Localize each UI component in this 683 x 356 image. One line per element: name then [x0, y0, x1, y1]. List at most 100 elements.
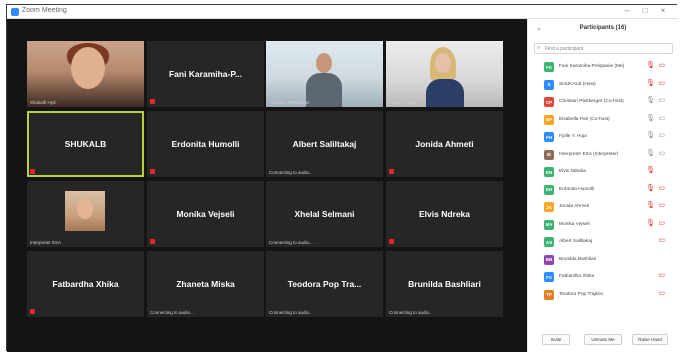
participant-row[interactable]: FK Fani Karamiha-Pelopanie (Me) 🎙︎ ▭ [528, 58, 679, 76]
participant-name: Fatbardha Xhika [52, 279, 119, 289]
mic-muted-icon: 🎙︎ [646, 184, 655, 192]
participant-row[interactable]: MV Monika Vejseli 🎙︎ ▭ [528, 216, 679, 234]
mic-muted-icon: 🎙︎ [646, 79, 655, 87]
video-tile[interactable]: Fjolle Y. Hoja [386, 41, 503, 107]
participant-list: FK Fani Karamiha-Pelopanie (Me) 🎙︎ ▭ S SHUKAL… [528, 58, 679, 303]
participant-video [27, 41, 144, 107]
participant-name: Fani Karamiha-Pelopanie (Me) [559, 64, 625, 69]
mic-muted-icon: 🎙︎ [646, 202, 655, 209]
participant-name: Albert Saliltakaj [559, 239, 593, 244]
video-tile[interactable]: Erdonita Humolli [147, 111, 264, 177]
face [435, 53, 451, 73]
video-tile[interactable]: Monika Vejseli [147, 181, 264, 247]
video-tile[interactable]: Brunilda Bashliari Connecting to audio... [386, 251, 503, 317]
video-tile[interactable]: Shukalb Hyd. [27, 41, 144, 107]
participant-row[interactable]: EP Eisabella Pari (Co-host) 🎙︎ ▭ [528, 111, 679, 129]
participant-name: Albert Saliltakaj [292, 139, 357, 149]
video-tile[interactable]: Zhaneta Miska Connecting to audio... [147, 251, 264, 317]
camera-icon: ▭ [658, 149, 665, 157]
camera-off-icon: ▭ [658, 272, 665, 279]
camera-icon: ▭ [658, 97, 665, 104]
video-tile[interactable]: Jonida Ahmeti [386, 111, 503, 177]
close-button[interactable]: × [657, 6, 669, 15]
mic-muted-icon [389, 169, 394, 174]
gallery-view: Shukalb Hyd. Fani Karamiha-P... Christian … [7, 19, 527, 352]
participant-caption: Interpreter ESA [30, 240, 62, 245]
participant-row[interactable]: TP Teodora Pop Trajkov ▭ [528, 286, 679, 304]
avatar: AS [544, 237, 554, 247]
video-tile[interactable]: Teodora Pop Tra... Connecting to audio... [266, 251, 383, 317]
participant-search-input[interactable]: ⌕ Find a participant [534, 43, 673, 54]
participant-name: Brunilda Bashliari [408, 279, 481, 289]
unmute-me-button[interactable]: Unmute Me [584, 334, 622, 345]
participants-title: Participants (16) [579, 25, 627, 31]
avatar: JA [544, 202, 554, 212]
camera-off-icon: ▭ [658, 219, 665, 227]
participant-name: Fatbardha Xhika [559, 274, 595, 279]
camera-icon: ▭ [658, 114, 665, 122]
window-title: Zoom Meeting [22, 7, 67, 14]
video-tile[interactable]: Interpreter ESA [27, 181, 144, 247]
avatar: EP [544, 114, 554, 125]
minimize-button[interactable]: – [621, 6, 633, 15]
video-tile[interactable]: Christian Pleitberger [266, 41, 383, 107]
participant-name: SHUKALB [64, 139, 107, 149]
participant-name: Fani Karamiha-P... [168, 69, 243, 79]
participant-name: Elvis Ndreka [418, 209, 471, 219]
avatar: FH [544, 132, 554, 142]
mic-muted-icon: 🎙︎ [646, 62, 655, 69]
camera-icon: ▭ [658, 132, 665, 139]
video-tile[interactable]: Elvis Ndreka [386, 181, 503, 247]
participant-row[interactable]: EH Erdonita Humolli 🎙︎ ▭ [528, 181, 679, 199]
audio-status: Connecting to audio... [389, 310, 433, 315]
participant-row[interactable]: CP Christian Pleitberger (Co-host) 🎙︎ ▭ [528, 93, 679, 111]
participant-name: Interpreter ESA (Interpreter) [559, 151, 619, 157]
mic-muted-icon: 🎙︎ [646, 219, 655, 227]
participant-name: Zhaneta Miska [176, 279, 235, 289]
participant-caption: Shukalb Hyd. [30, 100, 57, 105]
video-tile[interactable]: Albert Saliltakaj Connecting to audio... [266, 111, 383, 177]
participant-name: SHUKALB (Host) [559, 81, 596, 87]
avatar: FX [544, 272, 554, 282]
participant-row[interactable]: BB Brunilda Bashliari [528, 251, 679, 269]
participant-row[interactable]: AS Albert Saliltakaj ▭ [528, 233, 679, 251]
mic-icon: 🎙︎ [646, 97, 655, 104]
participant-thumbnail [65, 191, 105, 231]
participant-row[interactable]: FH Fjolle Y. Hoja 🎙︎ ▭ [528, 128, 679, 146]
participant-name: Brunilda Bashliari [559, 256, 597, 262]
maximize-button[interactable]: □ [639, 6, 651, 15]
participant-row[interactable]: JA Jonida Ahmeti 🎙︎ ▭ [528, 198, 679, 216]
camera-off-icon: ▭ [658, 237, 665, 244]
invite-button[interactable]: Invite [542, 334, 570, 345]
participant-name: Jonida Ahmeti [415, 139, 474, 149]
participant-name: Xhelal Selmani [294, 209, 355, 219]
avatar: TP [544, 289, 554, 300]
avatar: CP [544, 97, 554, 107]
participant-row[interactable]: S SHUKALB (Host) 🎙︎ ▭ [528, 76, 679, 94]
participants-header: ⌄ Participants (16) [528, 19, 678, 39]
avatar: EH [544, 184, 554, 195]
participant-row[interactable]: IE Interpreter ESA (Interpreter) 🎙︎ ▭ [528, 146, 679, 164]
participant-row[interactable]: FX Fatbardha Xhika ▭ [528, 268, 679, 286]
participant-video [386, 41, 503, 107]
avatar: IE [544, 149, 554, 160]
avatar: MV [544, 219, 554, 230]
face [77, 199, 93, 219]
mic-muted-icon [150, 99, 155, 104]
video-tile[interactable]: SHUKALB [27, 111, 144, 177]
participant-name: Christian Pleitberger (Co-host) [559, 99, 624, 104]
video-tile[interactable]: Fani Karamiha-P... [147, 41, 264, 107]
audio-status: Connecting to audio... [269, 170, 313, 175]
participant-name: Elvis Ndreka [559, 169, 586, 174]
video-tile[interactable]: Fatbardha Xhika [27, 251, 144, 317]
participant-row[interactable]: EN Elvis Ndreka 🎙︎ [528, 163, 679, 181]
raise-hand-button[interactable]: Raise Hand [632, 334, 668, 345]
body [306, 73, 342, 107]
participants-panel: ⌄ Participants (16) ⌕ Find a participant… [527, 19, 678, 352]
participant-name: Monika Vejseli [176, 209, 235, 219]
search-placeholder: Find a participant [545, 46, 584, 52]
audio-status: Connecting to audio... [150, 310, 194, 315]
mic-icon: 🎙︎ [646, 114, 655, 122]
video-tile[interactable]: Xhelal Selmani Connecting to audio... [266, 181, 383, 247]
camera-off-icon: ▭ [658, 202, 665, 209]
